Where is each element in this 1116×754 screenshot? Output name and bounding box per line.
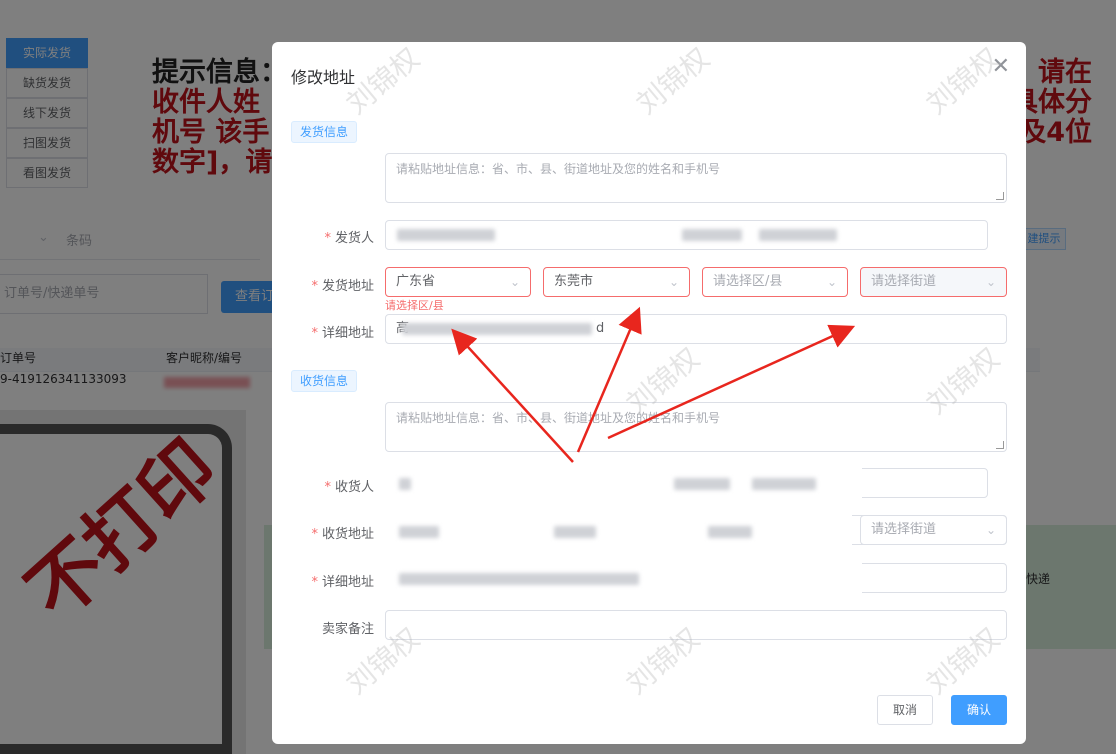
receiver-name-label: * 收货人: [324, 480, 374, 495]
dialog-title: 修改地址: [291, 68, 356, 87]
blurred-address: [402, 323, 592, 335]
detail-address-end: d: [596, 321, 605, 336]
chevron-down-icon: ⌄: [509, 275, 520, 289]
chevron-down-icon: ⌄: [985, 523, 996, 537]
district-select[interactable]: 请选择区/县 ⌄: [702, 267, 848, 297]
sender-section-tag: 发货信息: [291, 121, 358, 143]
sender-address-label: * 发货地址: [311, 279, 374, 294]
close-icon[interactable]: ✕: [992, 54, 1010, 79]
receiver-address-label: * 收货地址: [311, 527, 374, 542]
chevron-down-icon: ⌄: [826, 275, 837, 289]
blurred-phone: [682, 229, 742, 241]
blurred-city: [554, 526, 596, 538]
paste-placeholder: 请粘贴地址信息：省、市、县、街道地址及您的姓名和手机号: [396, 162, 721, 176]
receiver-street-select[interactable]: 请选择街道 ⌄: [860, 515, 1007, 545]
province-select[interactable]: 广东省 ⌄: [385, 267, 531, 297]
receiver-detail-label: * 详细地址: [311, 575, 374, 590]
sender-paste-area[interactable]: 请粘贴地址信息：省、市、县、街道地址及您的姓名和手机号: [385, 153, 1007, 203]
receiver-paste-area[interactable]: 请粘贴地址信息：省、市、县、街道地址及您的姓名和手机号: [385, 402, 1007, 452]
blurred-province: [399, 526, 439, 538]
paste-placeholder: 请粘贴地址信息：省、市、县、街道地址及您的姓名和手机号: [396, 411, 721, 425]
street-select[interactable]: 请选择街道 ⌄: [860, 267, 1007, 297]
blurred-address: [399, 573, 639, 585]
screenshot-root: 实际发货 缺货发货 线下发货 扫图发货 看图发货 提示信息： 收件人姓 机号 该…: [0, 0, 1116, 754]
city-select[interactable]: 东莞市 ⌄: [543, 267, 690, 297]
sender-name-label: * 发货人: [324, 231, 374, 246]
blurred-name: [399, 478, 411, 490]
redaction-box: [382, 511, 852, 549]
confirm-button[interactable]: 确认: [951, 695, 1007, 725]
blurred-phone: [752, 478, 816, 490]
chevron-down-icon: ⌄: [985, 275, 996, 289]
resize-handle-icon[interactable]: [996, 441, 1004, 449]
blurred-phone: [759, 229, 837, 241]
receiver-section-tag: 收货信息: [291, 370, 358, 392]
blurred-phone: [674, 478, 730, 490]
chevron-down-icon: ⌄: [668, 275, 679, 289]
edit-address-dialog: 修改地址 ✕ 发货信息 请粘贴地址信息：省、市、县、街道地址及您的姓名和手机号 …: [272, 42, 1026, 744]
cancel-button[interactable]: 取消: [877, 695, 933, 725]
blurred-name: [397, 229, 495, 241]
remark-label: 卖家备注: [321, 622, 374, 637]
detail-address-label: * 详细地址: [311, 326, 374, 341]
blurred-district: [708, 526, 752, 538]
seller-remark-input[interactable]: [385, 610, 1007, 640]
district-error-message: 请选择区/县: [385, 299, 444, 312]
resize-handle-icon[interactable]: [996, 192, 1004, 200]
